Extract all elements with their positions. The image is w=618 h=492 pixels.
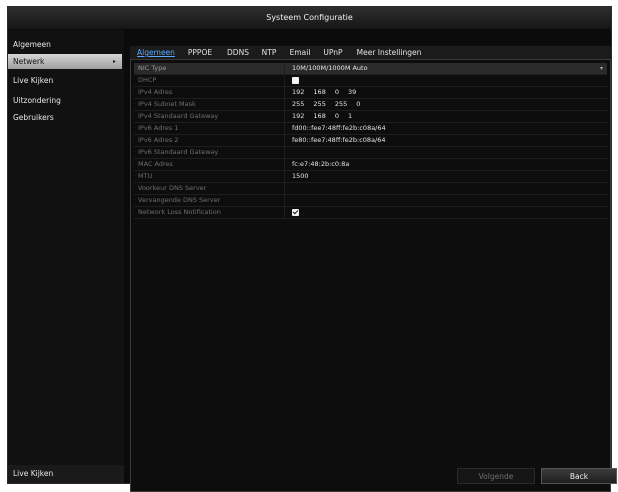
tab-ntp[interactable]: NTP: [259, 46, 279, 59]
sidebar-item-label: Netwerk: [13, 57, 45, 66]
sidebar-item-exception[interactable]: Uitzondering: [8, 93, 122, 108]
ipv6-address-1-label: IPv6 Adres 1: [138, 123, 285, 134]
live-view-footer-button[interactable]: Live Kijken: [8, 465, 124, 483]
ipv6-default-gateway-row: IPv6 Standaard Gateway: [134, 147, 607, 159]
sidebar: Algemeen Netwerk ▸ Live Kijken Uitzonderi…: [8, 30, 124, 483]
settings-panel: NIC Type 10M/100M/1000M Auto ▾ DHCP IPv4…: [130, 59, 611, 492]
ipv4-default-gateway-field[interactable]: 192 168 0 1: [292, 111, 361, 122]
mac-address-label: MAC Adres: [138, 159, 285, 170]
ipv4-subnet-mask-label: IPv4 Subnet Mask: [138, 99, 285, 110]
ip-octet: 0: [334, 88, 339, 96]
sidebar-item-live-view[interactable]: Live Kijken: [8, 73, 122, 88]
ipv6-address-2-row: IPv6 Adres 2 fe80::fee7:48ff:fe2b:c08a/6…: [134, 135, 607, 147]
ip-octet: 0: [356, 100, 361, 108]
ip-octet: 168: [313, 88, 326, 96]
alternate-dns-row: Vervangende DNS Server: [134, 195, 607, 207]
network-loss-notification-row: Network Loss Notification: [134, 207, 607, 219]
dhcp-row: DHCP: [134, 75, 607, 87]
tab-bar: Algemeen PPPOE DDNS NTP Email UPnP Meer …: [130, 46, 611, 59]
tab-ddns[interactable]: DDNS: [224, 46, 252, 59]
chevron-down-icon[interactable]: ▾: [600, 63, 603, 74]
ip-octet: 192: [292, 88, 305, 96]
mtu-field[interactable]: 1500: [292, 171, 309, 182]
ip-octet: 255: [292, 100, 305, 108]
mtu-label: MTU: [138, 171, 285, 182]
mac-address-value: fc:e7:48:2b:c0:8a: [292, 160, 350, 168]
sidebar-item-label: Algemeen: [13, 40, 51, 49]
alternate-dns-label: Vervangende DNS Server: [138, 195, 285, 206]
nic-type-label: NIC Type: [138, 63, 285, 74]
main-content: Algemeen PPPOE DDNS NTP Email UPnP Meer …: [126, 37, 617, 492]
mtu-row: MTU 1500: [134, 171, 607, 183]
sidebar-item-label: Uitzondering: [13, 96, 61, 105]
nic-type-row: NIC Type 10M/100M/1000M Auto ▾: [134, 63, 607, 75]
ipv6-address-2-label: IPv6 Adres 2: [138, 135, 285, 146]
sidebar-item-users[interactable]: Gebruikers: [8, 110, 122, 125]
ipv4-address-row: IPv4 Adres 192 168 0 39: [134, 87, 607, 99]
ipv6-address-1-row: IPv6 Adres 1 fd00::fee7:48ff:fe2b:c08a/6…: [134, 123, 607, 135]
tab-pppoe[interactable]: PPPOE: [184, 46, 216, 59]
back-button[interactable]: Back: [541, 468, 617, 484]
network-loss-notification-label: Network Loss Notification: [138, 207, 285, 218]
network-loss-notification-checkbox[interactable]: [292, 209, 299, 216]
ipv4-address-field[interactable]: 192 168 0 39: [292, 87, 365, 98]
ip-octet: 0: [334, 112, 339, 120]
ipv4-subnet-mask-field[interactable]: 255 255 255 0: [292, 99, 369, 110]
preferred-dns-label: Voorkeur DNS Server: [138, 183, 285, 194]
tab-email[interactable]: Email: [287, 46, 313, 59]
ip-octet: 168: [313, 112, 326, 120]
tab-general[interactable]: Algemeen: [136, 46, 176, 59]
ipv4-subnet-mask-row: IPv4 Subnet Mask 255 255 255 0: [134, 99, 607, 111]
nic-type-select[interactable]: 10M/100M/1000M Auto: [292, 63, 368, 74]
ipv4-default-gateway-row: IPv4 Standaard Gateway 192 168 0 1: [134, 111, 607, 123]
sidebar-item-network[interactable]: Netwerk ▸: [8, 54, 122, 69]
dhcp-checkbox[interactable]: [292, 77, 299, 84]
ipv6-address-1-value: fd00::fee7:48ff:fe2b:c08a/64: [292, 124, 386, 132]
ipv6-default-gateway-label: IPv6 Standaard Gateway: [138, 147, 285, 158]
window-title: Systeem Configuratie: [8, 7, 611, 29]
ip-octet: 192: [292, 112, 305, 120]
ipv4-address-label: IPv4 Adres: [138, 87, 285, 98]
chevron-right-icon: ▸: [112, 58, 116, 65]
ipv6-address-2-value: fe80::fee7:48ff:fe2b:c08a/64: [292, 136, 386, 144]
sidebar-item-general[interactable]: Algemeen: [8, 37, 122, 52]
tab-upnp[interactable]: UPnP: [321, 46, 345, 59]
system-configuration-window: Systeem Configuratie Algemeen Netwerk ▸ L…: [7, 6, 617, 492]
ipv4-default-gateway-label: IPv4 Standaard Gateway: [138, 111, 285, 122]
preferred-dns-row: Voorkeur DNS Server: [134, 183, 607, 195]
ip-octet: 255: [313, 100, 326, 108]
sidebar-item-label: Gebruikers: [13, 113, 54, 122]
tab-more-settings[interactable]: Meer Instellingen: [354, 46, 424, 59]
next-button[interactable]: Volgende: [457, 468, 535, 484]
ip-octet: 255: [334, 100, 348, 108]
ip-octet: 1: [347, 112, 353, 120]
ip-octet: 39: [347, 88, 357, 96]
mac-address-row: MAC Adres fc:e7:48:2b:c0:8a: [134, 159, 607, 171]
dhcp-label: DHCP: [138, 75, 285, 86]
sidebar-item-label: Live Kijken: [13, 76, 54, 85]
